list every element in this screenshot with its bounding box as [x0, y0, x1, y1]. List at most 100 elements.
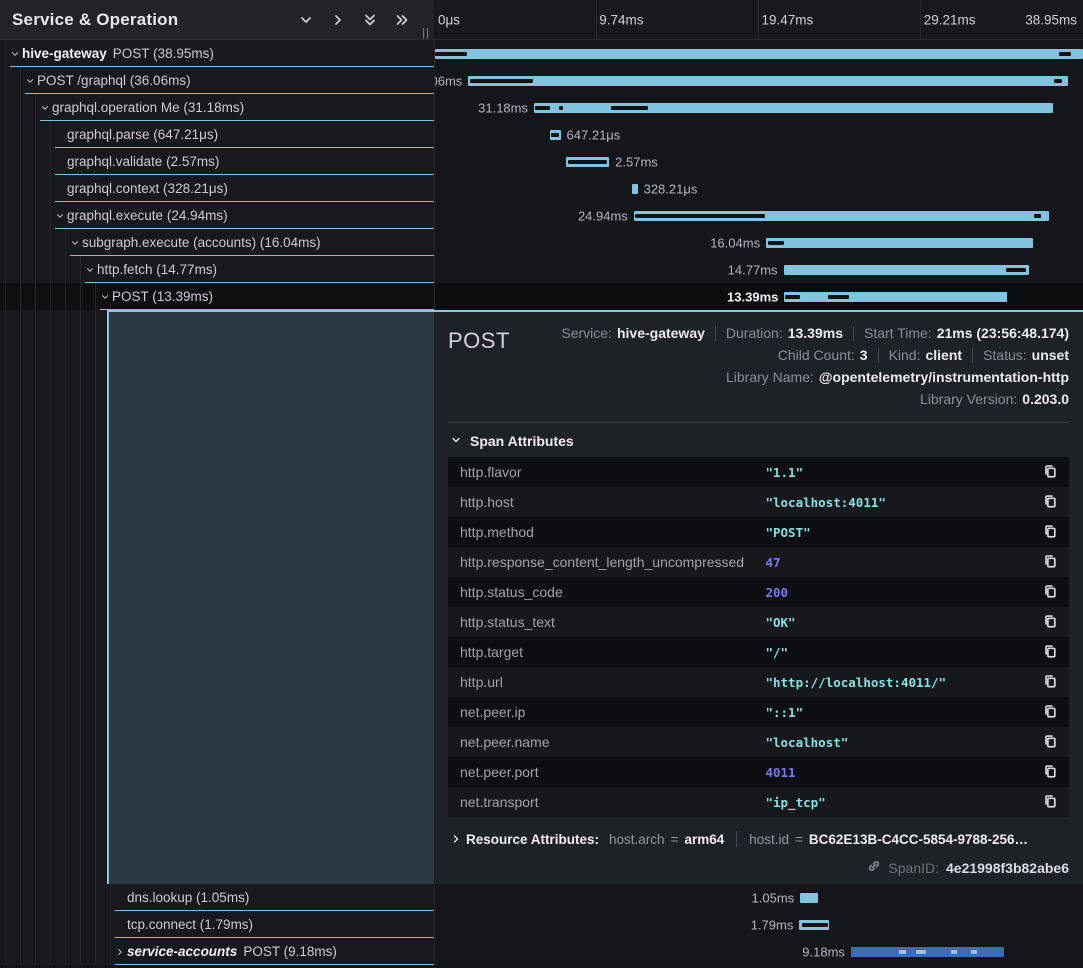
span-tree-cell[interactable]: http.fetch (14.77ms): [0, 256, 434, 283]
span-timeline-cell[interactable]: 9.18ms: [434, 938, 1083, 965]
span-row-tcp-connect[interactable]: tcp.connect (1.79ms)1.79ms: [0, 911, 1083, 938]
span-tree-cell[interactable]: graphql.parse (647.21μs): [0, 121, 434, 148]
span-bar[interactable]: [784, 292, 1007, 302]
span-tree-cell[interactable]: POST /graphql (36.06ms): [0, 67, 434, 94]
span-bar[interactable]: [632, 184, 637, 194]
operation-name: http.fetch (14.77ms): [97, 262, 217, 277]
span-timeline-cell[interactable]: 16.04ms: [434, 229, 1083, 256]
span-row-http-fetch[interactable]: http.fetch (14.77ms) 14.77ms: [0, 256, 1083, 283]
span-attributes-header[interactable]: Span Attributes: [450, 433, 1069, 449]
child-span-mark: [768, 241, 785, 245]
chevron-down-icon[interactable]: [23, 76, 37, 86]
span-timeline-cell[interactable]: 24.94ms: [434, 202, 1083, 229]
span-bar[interactable]: [435, 49, 1083, 59]
span-row-subgraph-execute-accounts-[interactable]: subgraph.execute (accounts) (16.04ms) 16.…: [0, 229, 1083, 256]
span-bar[interactable]: [766, 238, 1033, 248]
child-span-mark: [551, 133, 559, 137]
span-timeline-cell[interactable]: 1.79ms: [434, 911, 1083, 938]
copy-icon[interactable]: [1043, 494, 1059, 510]
span-tree-label: graphql.execute (24.94ms): [0, 202, 434, 229]
operation-name: graphql.operation Me (31.18ms): [52, 100, 244, 115]
span-tree-label: graphql.operation Me (31.18ms): [0, 94, 434, 121]
span-row-graphql-execute[interactable]: graphql.execute (24.94ms)24.94ms: [0, 202, 1083, 229]
copy-icon[interactable]: [1043, 524, 1059, 540]
copy-icon[interactable]: [1043, 794, 1059, 810]
double-chevron-right-icon[interactable]: [394, 12, 410, 28]
span-timeline-cell[interactable]: 13.39ms: [434, 283, 1083, 310]
span-timeline-cell[interactable]: 2.57ms: [434, 148, 1083, 175]
span-row-graphql-operation-me[interactable]: graphql.operation Me (31.18ms) 31.18ms: [0, 94, 1083, 121]
copy-icon[interactable]: [1043, 734, 1059, 750]
span-row-post[interactable]: service-accountsPOST (9.18ms)9.18ms: [0, 938, 1083, 965]
span-tree-label: tcp.connect (1.79ms): [0, 911, 434, 938]
span-timeline-cell[interactable]: 647.21μs: [434, 121, 1083, 148]
span-timeline-cell[interactable]: 36.06ms: [434, 67, 1083, 94]
span-tree-cell[interactable]: graphql.validate (2.57ms): [0, 148, 434, 175]
span-tree-cell[interactable]: graphql.operation Me (31.18ms): [0, 94, 434, 121]
span-timeline-cell[interactable]: 38.95ms: [434, 40, 1083, 67]
span-timeline-cell[interactable]: 1.05ms: [434, 884, 1083, 911]
span-tree-cell[interactable]: dns.lookup (1.05ms): [0, 884, 434, 911]
span-tree-cell[interactable]: POST (13.39ms): [0, 283, 434, 310]
span-timeline-cell[interactable]: 328.21μs: [434, 175, 1083, 202]
span-bar[interactable]: [851, 947, 1004, 957]
selected-span-indent-block: [107, 310, 434, 884]
span-tree-cell[interactable]: graphql.context (328.21μs): [0, 175, 434, 202]
copy-icon[interactable]: [1043, 704, 1059, 720]
chevron-down-icon[interactable]: [8, 49, 22, 59]
span-timeline-cell[interactable]: 14.77ms: [434, 256, 1083, 283]
span-row-post-graphql[interactable]: POST /graphql (36.06ms)36.06ms: [0, 67, 1083, 94]
span-duration-label: 16.04ms: [710, 235, 760, 250]
attribute-value: "POST": [765, 525, 1043, 540]
meta-value: 21ms (23:56:48.174): [937, 322, 1069, 344]
panel-resize-handle[interactable]: ||: [422, 27, 430, 39]
copy-icon[interactable]: [1043, 554, 1059, 570]
timeline-tick-label: 19.47ms: [762, 12, 814, 27]
span-row-post[interactable]: POST (13.39ms)13.39ms: [0, 283, 1083, 310]
meta-value: @opentelemetry/instrumentation-http: [819, 366, 1069, 388]
span-bar[interactable]: [468, 76, 1068, 86]
span-tree-label: graphql.parse (647.21μs): [0, 121, 434, 148]
span-tree-cell[interactable]: subgraph.execute (accounts) (16.04ms): [0, 229, 434, 256]
span-tree-cell[interactable]: graphql.execute (24.94ms): [0, 202, 434, 229]
indent-guides: [0, 310, 107, 884]
span-row-dns-lookup[interactable]: dns.lookup (1.05ms)1.05ms: [0, 884, 1083, 911]
double-chevron-down-icon[interactable]: [362, 12, 378, 28]
span-tree-cell[interactable]: service-accountsPOST (9.18ms): [0, 938, 434, 965]
chevron-down-icon[interactable]: [38, 103, 52, 113]
attribute-value: "ip_tcp": [765, 795, 1043, 810]
chevron-down-icon[interactable]: [83, 265, 97, 275]
timeline-ruler[interactable]: 0μs9.74ms19.47ms29.21ms38.95ms: [434, 0, 1083, 39]
copy-icon[interactable]: [1043, 644, 1059, 660]
resource-attributes-header[interactable]: Resource Attributes: host.arch=arm64host…: [448, 831, 1069, 847]
chevron-down-icon[interactable]: [68, 238, 82, 248]
span-tree-label: dns.lookup (1.05ms): [0, 884, 434, 911]
span-bar[interactable]: [800, 893, 817, 903]
span-row-graphql-parse[interactable]: graphql.parse (647.21μs)647.21μs: [0, 121, 1083, 148]
link-icon[interactable]: [867, 859, 881, 876]
operation-name: POST (9.18ms): [243, 944, 337, 959]
span-tree-cell[interactable]: tcp.connect (1.79ms): [0, 911, 434, 938]
chevron-down-icon[interactable]: [53, 211, 67, 221]
span-bar[interactable]: [784, 265, 1030, 275]
chevron-right-icon[interactable]: [113, 947, 127, 957]
span-row-graphql-context[interactable]: graphql.context (328.21μs)328.21μs: [0, 175, 1083, 202]
span-timeline-cell[interactable]: 31.18ms: [434, 94, 1083, 121]
span-row-graphql-validate[interactable]: graphql.validate (2.57ms)2.57ms: [0, 148, 1083, 175]
attribute-value: "localhost": [765, 735, 1043, 750]
chevron-down-icon[interactable]: [98, 292, 112, 302]
trace-header-bar: Service & Operation || 0μs9.74ms19.47ms2…: [0, 0, 1083, 40]
resource-equals: =: [671, 832, 679, 847]
meta-divider: [972, 348, 973, 363]
span-row-post[interactable]: hive-gatewayPOST (38.95ms)38.95ms: [0, 40, 1083, 67]
copy-icon[interactable]: [1043, 464, 1059, 480]
copy-icon[interactable]: [1043, 674, 1059, 690]
chevron-right-icon[interactable]: [330, 12, 346, 28]
copy-icon[interactable]: [1043, 764, 1059, 780]
copy-icon[interactable]: [1043, 614, 1059, 630]
span-tree-cell[interactable]: hive-gatewayPOST (38.95ms): [0, 40, 434, 67]
meta-divider: [715, 326, 716, 341]
child-span-mark: [435, 52, 467, 56]
copy-icon[interactable]: [1043, 584, 1059, 600]
chevron-down-icon[interactable]: [298, 12, 314, 28]
